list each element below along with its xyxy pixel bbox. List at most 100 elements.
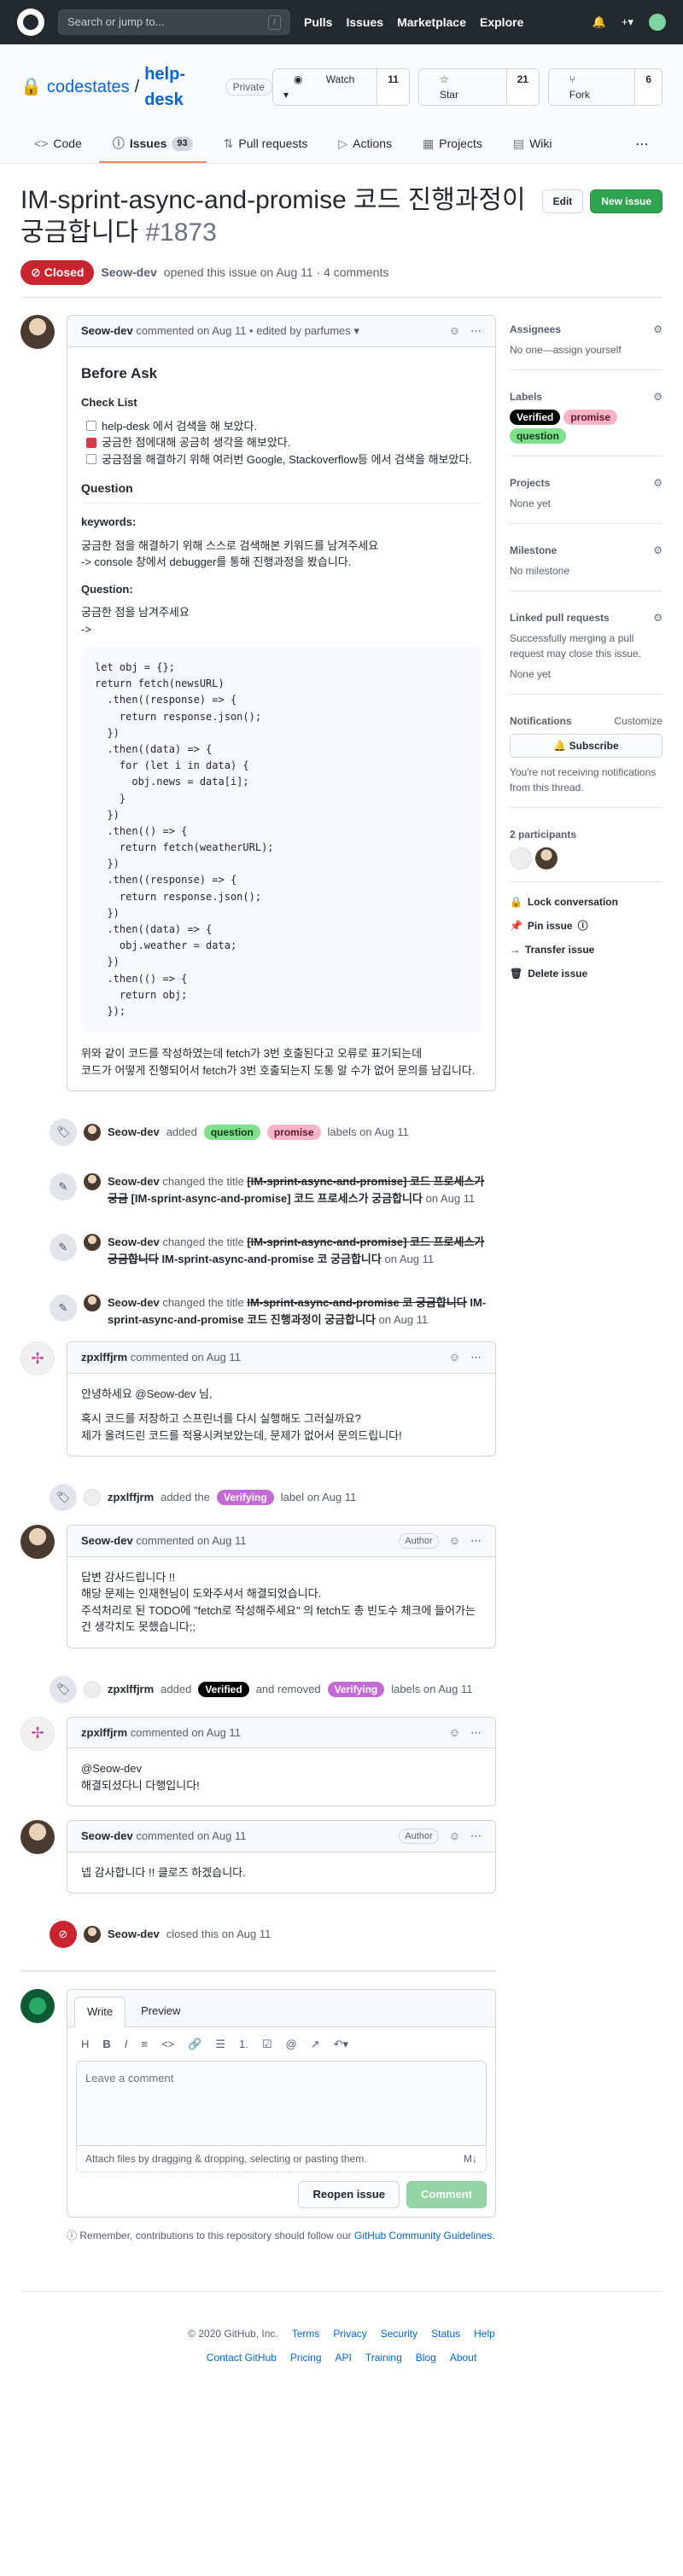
emoji-icon[interactable]: ☺ xyxy=(449,1828,460,1845)
avatar[interactable] xyxy=(84,1234,101,1252)
link-icon[interactable]: 🔗 xyxy=(188,2036,201,2053)
fork-button[interactable]: ⑂ Fork 6 xyxy=(547,68,663,106)
label-promise[interactable]: promise xyxy=(266,1125,321,1141)
markdown-icon[interactable]: M↓ xyxy=(464,2151,477,2166)
star-button[interactable]: ☆ Star 21 xyxy=(417,68,540,106)
checkbox[interactable] xyxy=(86,421,96,432)
attach-files[interactable]: Attach files by dragging & dropping, sel… xyxy=(76,2146,487,2173)
watch-button[interactable]: ◉ Watch ▾ 11 xyxy=(271,68,410,106)
gear-icon[interactable]: ⚙ xyxy=(653,389,663,404)
user-avatar[interactable] xyxy=(649,14,666,31)
footer-link[interactable]: Terms xyxy=(292,2326,320,2341)
more-icon[interactable]: ⋯ xyxy=(622,128,663,163)
footer-link[interactable]: About xyxy=(450,2350,476,2365)
nav-issues[interactable]: Issues xyxy=(346,14,383,32)
repo-name-link[interactable]: help-desk xyxy=(144,61,213,113)
avatar[interactable] xyxy=(20,315,55,349)
github-logo-icon[interactable] xyxy=(17,9,44,36)
kebab-icon[interactable]: ⋯ xyxy=(470,1349,482,1366)
emoji-icon[interactable]: ☺ xyxy=(449,323,460,340)
reply-icon[interactable]: ↶▾ xyxy=(334,2036,348,2053)
label-promise[interactable]: promise xyxy=(563,410,618,425)
gear-icon[interactable]: ⚙ xyxy=(653,543,663,558)
footer-link[interactable]: Blog xyxy=(416,2350,436,2365)
label-verifying[interactable]: Verifying xyxy=(327,1681,385,1697)
footer-link[interactable]: Contact GitHub xyxy=(207,2350,277,2365)
task-list-icon[interactable]: ☑ xyxy=(262,2036,272,2053)
reference-icon[interactable]: ↗ xyxy=(311,2036,320,2053)
code-icon[interactable]: <> xyxy=(161,2036,174,2053)
ordered-list-icon[interactable]: 1. xyxy=(239,2036,248,2053)
kebab-icon[interactable]: ⋯ xyxy=(470,1532,482,1550)
footer-link[interactable]: Training xyxy=(365,2350,402,2365)
gear-icon[interactable]: ⚙ xyxy=(653,610,663,625)
tab-pull-requests[interactable]: ⇅ Pull requests xyxy=(210,128,322,163)
nav-marketplace[interactable]: Marketplace xyxy=(397,14,466,32)
footer-link[interactable]: Status xyxy=(431,2326,460,2341)
unordered-list-icon[interactable]: ☰ xyxy=(215,2036,225,2053)
label-verifying[interactable]: Verifying xyxy=(217,1490,274,1506)
bold-icon[interactable]: B xyxy=(102,2036,110,2053)
reopen-issue-button[interactable]: Reopen issue xyxy=(298,2181,400,2208)
kebab-icon[interactable]: ⋯ xyxy=(470,1724,482,1742)
gear-icon[interactable]: ⚙ xyxy=(653,322,663,337)
avatar[interactable] xyxy=(84,1124,101,1142)
italic-icon[interactable]: I xyxy=(125,2036,128,2053)
avatar[interactable] xyxy=(84,1926,101,1944)
avatar[interactable]: ✢ xyxy=(20,1341,55,1376)
footer-link[interactable]: Pricing xyxy=(290,2350,322,2365)
subscribe-button[interactable]: 🔔 Subscribe xyxy=(509,734,663,758)
comment-textarea[interactable]: Leave a comment xyxy=(76,2061,487,2147)
bell-icon[interactable]: 🔔 xyxy=(593,14,606,31)
lock-conversation[interactable]: 🔒 Lock conversation xyxy=(510,894,663,910)
plus-dropdown[interactable]: +▾ xyxy=(622,14,633,31)
avatar[interactable] xyxy=(84,1680,101,1698)
avatar[interactable] xyxy=(20,1525,55,1560)
emoji-icon[interactable]: ☺ xyxy=(449,1532,460,1550)
avatar[interactable] xyxy=(84,1294,101,1312)
mention-icon[interactable]: @ xyxy=(286,2036,297,2053)
emoji-icon[interactable]: ☺ xyxy=(449,1724,460,1742)
label-verified[interactable]: Verified xyxy=(198,1681,249,1697)
footer-link[interactable]: Privacy xyxy=(333,2326,366,2341)
footer-link[interactable]: Help xyxy=(474,2326,495,2341)
transfer-issue[interactable]: → Transfer issue xyxy=(510,942,663,957)
edit-button[interactable]: Edit xyxy=(541,189,584,213)
comment-author[interactable]: Seow-dev xyxy=(81,1828,133,1845)
comment-author[interactable]: zpxlffjrm xyxy=(81,1724,127,1742)
repo-owner-link[interactable]: codestates xyxy=(47,74,130,100)
avatar[interactable] xyxy=(20,1820,55,1855)
checkbox[interactable] xyxy=(86,454,96,465)
avatar[interactable]: ✢ xyxy=(20,1716,55,1751)
label-question[interactable]: question xyxy=(203,1125,260,1141)
kebab-icon[interactable]: ⋯ xyxy=(470,1828,482,1845)
new-issue-button[interactable]: New issue xyxy=(590,189,663,213)
comment-author[interactable]: Seow-dev xyxy=(81,1532,133,1550)
tab-code[interactable]: <> Code xyxy=(20,128,96,163)
nav-explore[interactable]: Explore xyxy=(480,14,523,32)
kebab-icon[interactable]: ⋯ xyxy=(470,323,482,340)
comment-button[interactable]: Comment xyxy=(406,2181,487,2208)
gear-icon[interactable]: ⚙ xyxy=(653,475,663,491)
nav-pulls[interactable]: Pulls xyxy=(304,14,332,32)
issue-author[interactable]: Seow-dev xyxy=(101,264,156,282)
tab-issues[interactable]: ⓘ Issues 93 xyxy=(98,128,207,163)
avatar[interactable] xyxy=(509,847,532,869)
delete-issue[interactable]: 🗑 Delete issue xyxy=(510,966,663,981)
search-input[interactable]: Search or jump to... / xyxy=(58,9,290,35)
label-question[interactable]: question xyxy=(509,428,566,444)
avatar[interactable] xyxy=(84,1489,101,1507)
quote-icon[interactable]: ≡ xyxy=(141,2036,148,2053)
checkbox[interactable] xyxy=(86,437,96,448)
tab-preview[interactable]: Preview xyxy=(129,1997,192,2026)
guidelines-link[interactable]: GitHub Community Guidelines. xyxy=(354,2230,495,2242)
comment-author[interactable]: Seow-dev xyxy=(81,323,133,340)
tab-write[interactable]: Write xyxy=(74,1997,126,2027)
customize-link[interactable]: Customize xyxy=(614,713,663,729)
avatar[interactable] xyxy=(534,847,557,869)
footer-link[interactable]: Security xyxy=(381,2326,417,2341)
avatar[interactable] xyxy=(84,1173,101,1191)
comment-author[interactable]: zpxlffjrm xyxy=(81,1349,127,1366)
tab-wiki[interactable]: ▤ Wiki xyxy=(499,128,566,163)
tab-actions[interactable]: ▷ Actions xyxy=(324,128,406,163)
